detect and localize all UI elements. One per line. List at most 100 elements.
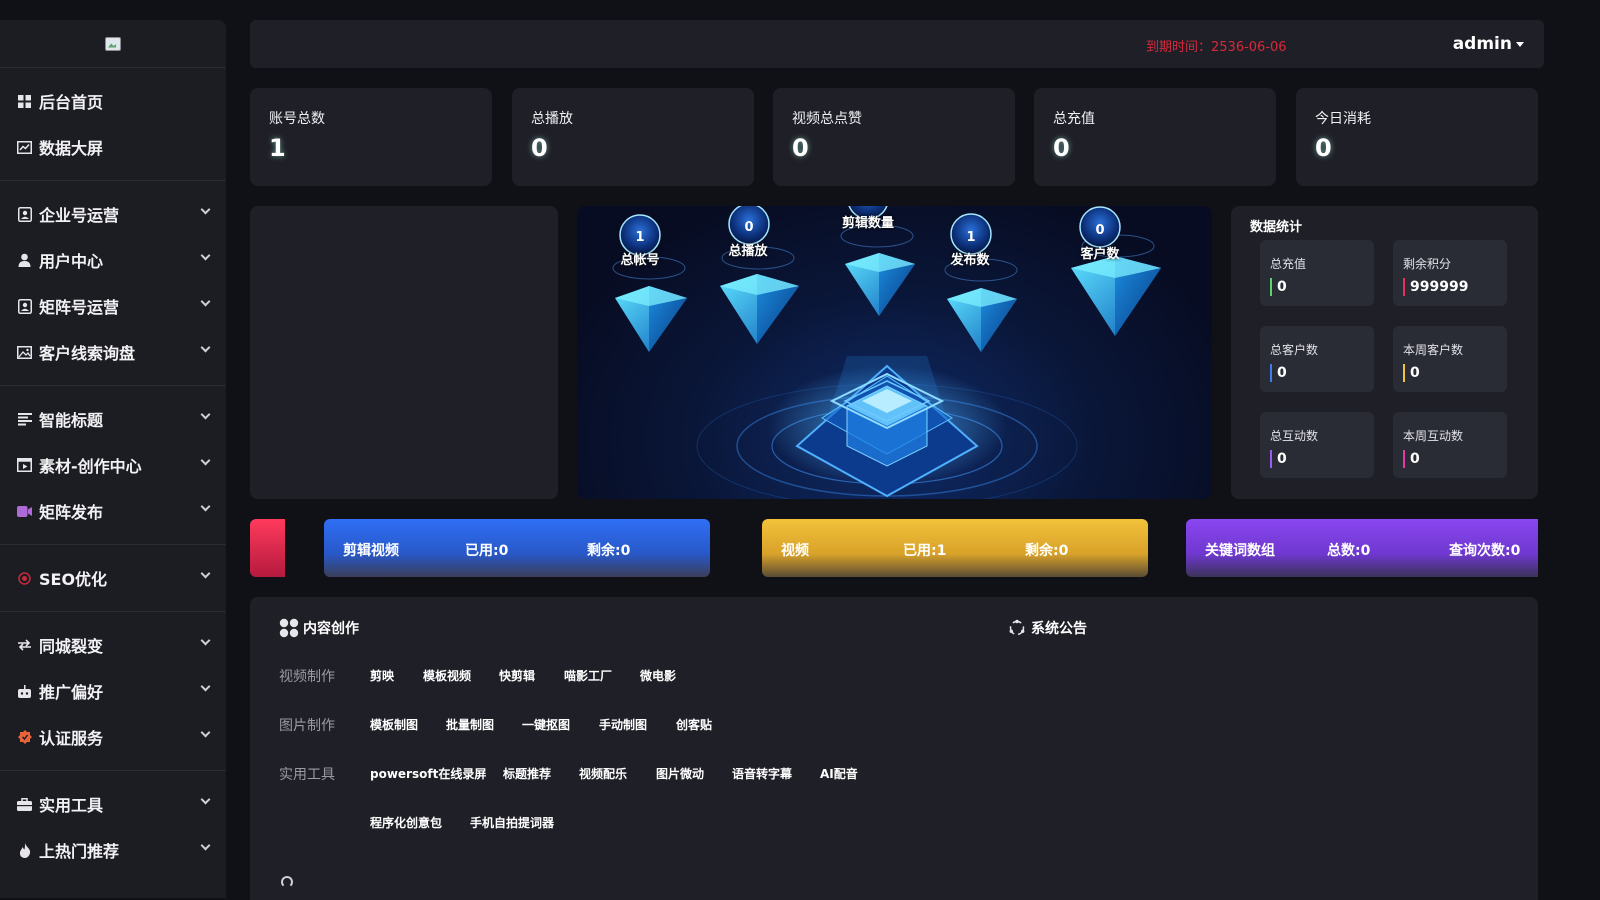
stat-value: 0 xyxy=(531,134,548,162)
ds-total-recharge: 总充值 0 xyxy=(1260,240,1374,306)
nav-group-tools: 实用工具 上热门推荐 xyxy=(0,771,226,883)
stat-label: 总播放 xyxy=(531,111,573,127)
pyramid-4 xyxy=(947,288,1017,352)
logo[interactable] xyxy=(0,20,226,68)
link-template-image[interactable]: 模板制图 xyxy=(370,716,418,733)
video-icon xyxy=(17,504,32,519)
chevron-down-icon xyxy=(200,681,211,692)
banner-video[interactable]: 视频 已用:1 剩余:0 xyxy=(762,519,1148,577)
link-image-motion[interactable]: 图片微动 xyxy=(656,765,704,782)
notice-title-text: 系统公告 xyxy=(1031,621,1087,637)
link-chuangketie[interactable]: 创客贴 xyxy=(676,716,712,733)
user-menu[interactable]: admin xyxy=(1453,34,1524,54)
sidebar-item-label: 上热门推荐 xyxy=(39,842,120,861)
sidebar-item-certification[interactable]: 认证服务 xyxy=(0,714,226,760)
link-jianying[interactable]: 剪映 xyxy=(370,667,394,684)
sidebar-item-label: 矩阵号运营 xyxy=(39,298,120,317)
banner-total: 总数:0 xyxy=(1327,543,1371,559)
top-header: 到期时间：2536-06-06 admin xyxy=(250,20,1544,68)
sidebar-item-enterprise[interactable]: 企业号运营 xyxy=(0,191,226,237)
link-manual-image[interactable]: 手动制图 xyxy=(599,716,647,733)
chevron-down-icon xyxy=(200,727,211,738)
link-ai-dubbing[interactable]: AI配音 xyxy=(820,765,858,782)
link-powersoft[interactable]: powersoft在线录屏 xyxy=(370,765,486,782)
sidebar-item-matrix-publish[interactable]: 矩阵发布 xyxy=(0,488,226,534)
logo-image-icon xyxy=(105,36,121,51)
link-cutout[interactable]: 一键抠图 xyxy=(522,716,570,733)
pyramid-1 xyxy=(615,286,687,352)
material-icon xyxy=(17,458,32,473)
data-stats-panel: 数据统计 总充值 0 剩余积分 999999 总客户数 0 本周客户数 0 总互… xyxy=(1231,206,1538,499)
link-teleprompter[interactable]: 手机自拍提词器 xyxy=(470,814,554,831)
link-micro-film[interactable]: 微电影 xyxy=(640,667,676,684)
chevron-down-icon xyxy=(200,568,211,579)
pyramid-3 xyxy=(845,253,915,316)
sidebar-item-matrix-operation[interactable]: 矩阵号运营 xyxy=(0,283,226,329)
link-template-video[interactable]: 模板视频 xyxy=(423,667,471,684)
category-image: 图片制作 xyxy=(279,718,335,734)
bot-icon xyxy=(17,684,32,699)
orb-value-plays: 0 xyxy=(744,220,754,235)
ds-value: 0 xyxy=(1403,450,1497,468)
banner-partial[interactable] xyxy=(250,519,285,577)
orb-value-publish: 1 xyxy=(966,230,976,245)
link-creative-pack[interactable]: 程序化创意包 xyxy=(370,814,442,831)
stat-card-recharge: 总充值 0 xyxy=(1034,88,1276,186)
pyramid-5 xyxy=(1071,256,1161,336)
link-quick-edit[interactable]: 快剪辑 xyxy=(499,667,535,684)
link-miaoying[interactable]: 喵影工厂 xyxy=(564,667,612,684)
badge-icon xyxy=(17,730,32,745)
orb-label-accounts: 总帐号 xyxy=(620,253,660,268)
nav-group-seo: SEO优化 xyxy=(0,545,226,612)
sidebar-item-label: 矩阵发布 xyxy=(39,503,104,522)
chart-icon xyxy=(17,140,32,155)
stat-card-likes: 视频总点赞 0 xyxy=(773,88,1015,186)
link-video-music[interactable]: 视频配乐 xyxy=(579,765,627,782)
sidebar-item-material-center[interactable]: 素材-创作中心 xyxy=(0,442,226,488)
banner-remain: 剩余:0 xyxy=(587,543,631,559)
banner-keyword[interactable]: 关键词数组 总数:0 查询次数:0 xyxy=(1186,519,1538,577)
link-batch-image[interactable]: 批量制图 xyxy=(446,716,494,733)
banner-name: 关键词数组 xyxy=(1205,543,1275,559)
ds-label: 总充值 xyxy=(1270,257,1307,271)
sidebar-item-label: 客户线索询盘 xyxy=(39,344,136,363)
banner-edit-video[interactable]: 剪辑视频 已用:0 剩余:0 xyxy=(324,519,710,577)
toolbox-icon xyxy=(17,797,32,812)
orb-value-edits: 0 xyxy=(848,206,888,210)
stat-value: 0 xyxy=(792,134,809,162)
ds-label: 剩余积分 xyxy=(1403,257,1452,271)
sidebar-item-utilities[interactable]: 实用工具 xyxy=(0,781,226,827)
link-title-recommend[interactable]: 标题推荐 xyxy=(503,765,551,782)
content-title-text: 内容创作 xyxy=(303,621,359,637)
sidebar-item-label: SEO优化 xyxy=(39,570,108,589)
link-speech-subtitle[interactable]: 语音转字幕 xyxy=(732,765,792,782)
sidebar-item-promo-preference[interactable]: 推广偏好 xyxy=(0,668,226,714)
expire-date: 到期时间：2536-06-06 xyxy=(1146,40,1287,55)
sidebar-item-dashboard[interactable]: 后台首页 xyxy=(0,78,226,124)
pyramid-2 xyxy=(720,274,799,344)
stat-value: 0 xyxy=(1315,134,1332,162)
sidebar: 后台首页 数据大屏 企业号运营 用户中心 矩阵号运营 客户线索询盘 智能标题 素… xyxy=(0,20,226,898)
sidebar-item-seo[interactable]: SEO优化 xyxy=(0,555,226,601)
dashboard-icon xyxy=(17,94,32,109)
category-tools: 实用工具 xyxy=(279,767,335,783)
nav-group-creation: 智能标题 素材-创作中心 矩阵发布 xyxy=(0,386,226,545)
sidebar-item-data-screen[interactable]: 数据大屏 xyxy=(0,124,226,170)
sidebar-item-label: 数据大屏 xyxy=(39,139,104,158)
category-video: 视频制作 xyxy=(279,669,335,685)
sidebar-item-smart-title[interactable]: 智能标题 xyxy=(0,396,226,442)
sidebar-item-customer-leads[interactable]: 客户线索询盘 xyxy=(0,329,226,375)
sidebar-item-label: 企业号运营 xyxy=(39,206,120,225)
ds-value: 0 xyxy=(1270,278,1364,296)
sidebar-item-hot-recommend[interactable]: 上热门推荐 xyxy=(0,827,226,873)
orb-value-accounts: 1 xyxy=(635,230,645,245)
content-creation-title: 内容创作 xyxy=(279,618,359,638)
sidebar-item-user-center[interactable]: 用户中心 xyxy=(0,237,226,283)
ds-value: 0 xyxy=(1403,364,1497,382)
sidebar-item-label: 实用工具 xyxy=(39,796,104,815)
sidebar-item-city-fission[interactable]: 同城裂变 xyxy=(0,622,226,668)
ds-label: 本周互动数 xyxy=(1403,429,1464,443)
chevron-down-icon xyxy=(200,840,211,851)
orb-label-plays: 总播放 xyxy=(728,244,768,259)
stat-card-plays: 总播放 0 xyxy=(512,88,754,186)
